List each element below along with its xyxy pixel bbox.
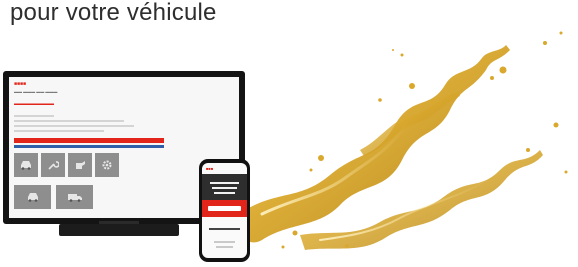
wrench-icon xyxy=(41,153,65,177)
screen-text-line xyxy=(14,115,54,117)
phone-text-line xyxy=(214,241,235,243)
truck-icon xyxy=(56,185,93,209)
screen-nav: ▬▬ ▬▬▬ ▬▬ ▬▬▬ xyxy=(14,89,58,94)
smartphone: ■■■ xyxy=(199,159,250,262)
screen-title: ▬▬▬▬▬▬▬▬ xyxy=(14,101,54,107)
phone-hero-text-line xyxy=(214,192,235,194)
screen-red-bar xyxy=(14,138,164,143)
screen-text-line xyxy=(14,120,124,122)
screen-category-tiles xyxy=(14,153,164,213)
phone-text-line xyxy=(216,246,233,248)
phone-search-input xyxy=(208,206,241,211)
phone-screen: ■■■ xyxy=(202,163,247,258)
oil-can-icon xyxy=(68,153,92,177)
screen-brand-logo: ■■■■ xyxy=(14,81,27,87)
car-icon xyxy=(14,153,38,177)
phone-text-line xyxy=(209,228,240,230)
screen-blue-bar xyxy=(14,145,164,148)
monitor-stand xyxy=(59,224,179,236)
gear-icon xyxy=(95,153,119,177)
car-icon xyxy=(14,185,51,209)
phone-brand-logo: ■■■ xyxy=(206,166,214,171)
phone-hero-banner xyxy=(202,174,247,200)
phone-hero-text-line xyxy=(210,182,239,184)
phone-hero-text-line xyxy=(212,187,237,189)
screen-text-line xyxy=(14,125,134,127)
screen-text-line xyxy=(14,130,104,132)
